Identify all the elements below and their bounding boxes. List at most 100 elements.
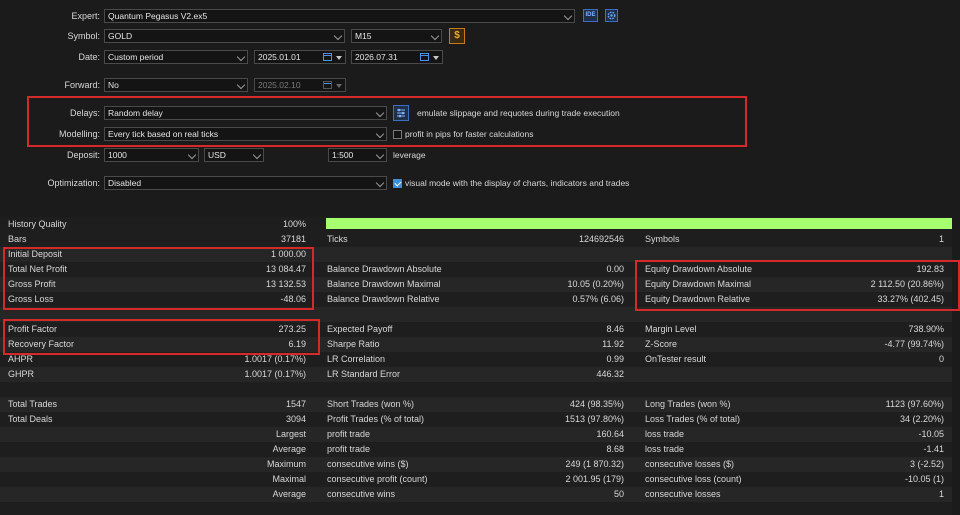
table-row xyxy=(0,382,952,397)
history-quality-value: 100% xyxy=(282,219,306,229)
cell-value: 8.68 xyxy=(606,444,624,454)
chevron-down-icon xyxy=(375,129,385,139)
leverage-label: leverage xyxy=(393,150,426,160)
expert-label: Expert: xyxy=(71,11,100,21)
deposit-amount-select[interactable]: 1000 xyxy=(104,148,199,162)
cell-value: 160.64 xyxy=(596,429,624,439)
cell-label: Expected Payoff xyxy=(327,324,393,334)
cell-value: 3 (-2.52) xyxy=(909,459,944,469)
forward-select[interactable]: No xyxy=(104,78,248,92)
symbol-select[interactable]: GOLD xyxy=(104,29,345,43)
cell-label: Equity Drawdown Absolute xyxy=(645,264,753,274)
currency-select[interactable]: USD xyxy=(204,148,264,162)
cell-value: 37181 xyxy=(280,234,306,244)
cell-label: Z-Score xyxy=(645,339,678,349)
cell-label: Loss Trades (% of total) xyxy=(645,414,741,424)
table-row: Average profit trade 8.68 loss trade -1.41 xyxy=(0,442,952,457)
cell-label: consecutive profit (count) xyxy=(327,474,428,484)
cell-label: consecutive losses xyxy=(645,489,721,499)
cell-value: Average xyxy=(272,444,306,454)
table-row: Total Net Profit 13 084.47 Balance Drawdow… xyxy=(0,262,952,277)
date-to-value: 2026.07.31 xyxy=(355,52,398,62)
currency-value: USD xyxy=(208,150,226,160)
date-to-field[interactable]: 2026.07.31 xyxy=(351,50,443,64)
chevron-down-icon xyxy=(187,150,197,160)
cell-value: 738.90% xyxy=(908,324,944,334)
caret-down-icon xyxy=(336,84,342,88)
cell-label: Sharpe Ratio xyxy=(327,339,380,349)
cell-label: Bars xyxy=(8,234,27,244)
date-from-field[interactable]: 2025.01.01 xyxy=(254,50,346,64)
cell-value: 10.05 (0.20%) xyxy=(567,279,624,289)
table-row: Gross Profit 13 132.53 Balance Drawdown Ma… xyxy=(0,277,952,292)
visual-mode-checkbox[interactable] xyxy=(393,179,402,188)
cell-value: 1.0017 (0.17%) xyxy=(244,369,306,379)
cell-label: Profit Factor xyxy=(8,324,58,334)
cell-value xyxy=(206,382,306,397)
cell-value xyxy=(524,382,624,397)
cell-value: 2 112.50 (20.86%) xyxy=(870,279,944,289)
chevron-down-icon xyxy=(333,31,343,41)
expert-select[interactable]: Quantum Pegasus V2.ex5 xyxy=(104,9,575,23)
delay-settings-button[interactable] xyxy=(393,105,409,121)
table-row: Average consecutive wins 50 consecutive los… xyxy=(0,487,952,502)
deposit-label: Deposit: xyxy=(66,150,100,160)
cell-value: 1 xyxy=(938,234,944,244)
cell-label: Gross Profit xyxy=(8,279,56,289)
cell-label: consecutive wins xyxy=(327,489,396,499)
cell-label: Short Trades (won %) xyxy=(327,399,415,409)
history-quality-bar xyxy=(326,218,952,229)
cell-label: loss trade xyxy=(645,444,685,454)
forward-label: Forward: xyxy=(64,80,100,90)
deposit-amount-value: 1000 xyxy=(108,150,127,160)
table-row: Initial Deposit 1 000.00 xyxy=(0,247,952,262)
date-label: Date: xyxy=(78,52,100,62)
cell-value: -10.05 (1) xyxy=(904,474,944,484)
table-row: GHPR 1.0017 (0.17%) LR Standard Error 446.3… xyxy=(0,367,952,382)
cell-label: Total Deals xyxy=(8,414,53,424)
cell-value: -1.41 xyxy=(923,444,944,454)
chevron-down-icon xyxy=(252,150,262,160)
cell-value: 1 xyxy=(938,489,944,499)
cell-value: 1547 xyxy=(285,399,306,409)
cell-value: 0.57% (6.06) xyxy=(572,294,624,304)
cell-label: loss trade xyxy=(645,429,685,439)
date-period-select[interactable]: Custom period xyxy=(104,50,248,64)
delays-label: Delays: xyxy=(69,108,100,118)
cell-value: 424 (98.35%) xyxy=(569,399,624,409)
symbol-properties-button[interactable]: $ xyxy=(449,28,465,44)
settings-gear-button[interactable] xyxy=(605,9,618,22)
leverage-select[interactable]: 1:500 xyxy=(328,148,387,162)
cell-label: consecutive wins ($) xyxy=(327,459,409,469)
cell-label: Total Trades xyxy=(8,399,58,409)
cell-value: Largest xyxy=(275,429,306,439)
profit-in-pips-checkbox[interactable] xyxy=(393,130,402,139)
cell-label: Equity Drawdown Maximal xyxy=(645,279,752,289)
caret-down-icon[interactable] xyxy=(433,56,439,60)
cell-value: 34 (2.20%) xyxy=(899,414,944,424)
table-row xyxy=(0,307,952,322)
delays-select[interactable]: Random delay xyxy=(104,106,387,120)
forward-date-value: 2025.02.10 xyxy=(258,80,301,90)
timeframe-select[interactable]: M15 xyxy=(351,29,442,43)
calendar-icon[interactable] xyxy=(323,53,332,61)
history-quality-label: History Quality xyxy=(8,219,67,229)
table-row: Recovery Factor 6.19 Sharpe Ratio 11.92 Z-Sc… xyxy=(0,337,952,352)
cell-value: 192.83 xyxy=(916,264,944,274)
modelling-select[interactable]: Every tick based on real ticks xyxy=(104,127,387,141)
cell-label: Recovery Factor xyxy=(8,339,75,349)
timeframe-value: M15 xyxy=(355,31,372,41)
cell-label: Margin Level xyxy=(645,324,697,334)
calendar-icon[interactable] xyxy=(420,53,429,61)
cell-value: 2 001.95 (179) xyxy=(565,474,624,484)
cell-value: 0.00 xyxy=(606,264,624,274)
optimization-select[interactable]: Disabled xyxy=(104,176,387,190)
optimization-label: Optimization: xyxy=(47,178,100,188)
caret-down-icon[interactable] xyxy=(336,56,342,60)
forward-date-field[interactable]: 2025.02.10 xyxy=(254,78,346,92)
cell-value: 13 132.53 xyxy=(265,279,306,289)
table-row: Gross Loss -48.06 Balance Drawdown Relativ… xyxy=(0,292,952,307)
chevron-down-icon xyxy=(375,150,385,160)
symbol-label: Symbol: xyxy=(67,31,100,41)
ide-button[interactable]: IDE xyxy=(583,9,598,22)
